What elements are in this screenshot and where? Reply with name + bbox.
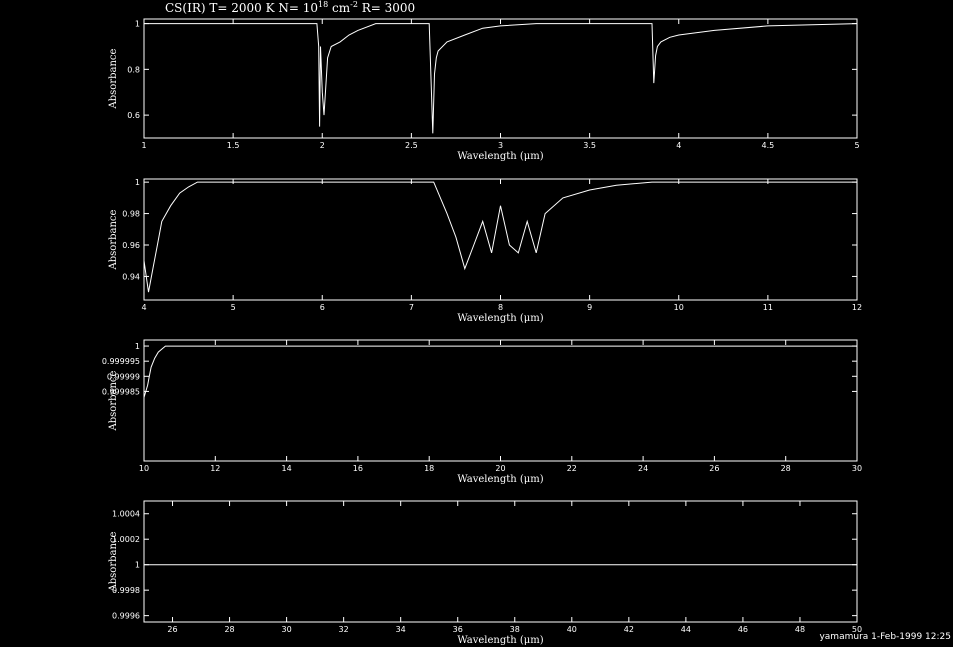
series-line-1	[144, 23, 858, 134]
series-line-1	[143, 345, 857, 398]
x-tick-label: 5	[231, 303, 236, 312]
x-tick-label: 1.5	[227, 141, 240, 150]
y-tick-label: 1	[135, 178, 140, 187]
figure-title: CS(IR) T= 2000 K N= 1018 cm-2 R= 3000	[165, 0, 415, 15]
chart-panel-2: 4 5 6 7 8 9 10 11 12 0.94 0.96 0.98 1 Wavelength (μm)…	[108, 178, 862, 324]
plot-frame	[143, 18, 858, 139]
x-tick-label: 4	[676, 141, 681, 150]
x-tick-label: 30	[852, 464, 862, 473]
x-tick-label: 20	[495, 464, 505, 473]
x-tick-label: 3	[498, 141, 503, 150]
y-tick-label: 0.6	[127, 111, 140, 120]
x-tick-label: 26	[167, 625, 177, 634]
x-tick-label: 8	[498, 303, 503, 312]
x-tick-label: 36	[453, 625, 463, 634]
x-tick-label: 10	[674, 303, 684, 312]
x-tick-label: 26	[709, 464, 719, 473]
x-tick-label: 9	[587, 303, 592, 312]
x-tick-label: 12	[852, 303, 862, 312]
series-line-1	[143, 181, 857, 293]
y-tick-label: 0.9996	[112, 612, 140, 621]
x-tick-label: 28	[781, 464, 791, 473]
x-tick-label: 18	[424, 464, 434, 473]
x-tick-label: 28	[224, 625, 234, 634]
y-axis-label: Absorbance	[108, 531, 119, 592]
y-axis-label: Absorbance	[108, 48, 119, 109]
y-tick-label: 0.8	[127, 65, 140, 74]
x-tick-label: 10	[139, 464, 149, 473]
x-tick-label: 32	[339, 625, 349, 634]
plot-frame	[143, 339, 858, 462]
x-tick-label: 7	[409, 303, 414, 312]
x-tick-label: 5	[854, 141, 859, 150]
title-exponent: -2	[350, 0, 358, 9]
x-tick-label: 2.5	[405, 141, 418, 150]
x-axis-label: Wavelength (μm)	[457, 313, 543, 324]
footer-credit: yamamura 1-Feb-1999 12:25	[819, 632, 951, 642]
x-axis-label: Wavelength (μm)	[457, 635, 543, 646]
chart-panel-3: 10 12 14 16 18 20 22 24 26 28 300.9999850.999990.9…	[102, 339, 862, 485]
x-tick-label: 40	[567, 625, 577, 634]
y-tick-label: 0.999995	[102, 357, 140, 366]
x-tick-label: 46	[738, 625, 748, 634]
chart-panel-4: 26 28 30 32 34 36 38 40 42 44 46 48 500.99960.999811…	[108, 500, 862, 646]
x-axis-label: Wavelength (μm)	[457, 474, 543, 485]
x-tick-label: 48	[795, 625, 805, 634]
x-tick-label: 44	[681, 625, 691, 634]
plot-frame	[143, 500, 858, 623]
y-axis-label: Absorbance	[108, 370, 119, 431]
title-part: cm	[328, 1, 351, 15]
x-tick-label: 16	[353, 464, 363, 473]
x-tick-label: 4	[141, 303, 146, 312]
x-tick-label: 6	[320, 303, 325, 312]
title-part: R= 3000	[358, 1, 415, 15]
x-tick-label: 12	[210, 464, 220, 473]
x-tick-label: 11	[763, 303, 773, 312]
x-tick-label: 22	[567, 464, 577, 473]
spectrum-figure: CS(IR) T= 2000 K N= 1018 cm-2 R= 3000 11…	[102, 0, 951, 646]
x-axis-label: Wavelength (μm)	[457, 151, 543, 162]
x-tick-label: 4.5	[762, 141, 775, 150]
y-tick-label: 1	[135, 342, 140, 351]
chart-panel-1: 1 1.5 2 2.5 3 3.5 4 4.5 5 0.6 0.8 1 Wavelength (μm) A…	[108, 18, 860, 162]
title-exponent: 18	[318, 0, 328, 9]
x-tick-label: 14	[282, 464, 292, 473]
y-tick-label: 0.98	[122, 210, 140, 219]
plot-frame	[143, 178, 858, 301]
x-tick-label: 24	[638, 464, 648, 473]
x-tick-label: 3.5	[583, 141, 596, 150]
y-tick-label: 1.0004	[112, 510, 140, 519]
title-part: CS(IR) T= 2000 K N= 10	[165, 1, 318, 15]
y-tick-label: 1	[135, 561, 140, 570]
x-tick-label: 1	[141, 141, 146, 150]
y-axis-label: Absorbance	[108, 209, 119, 270]
y-tick-label: 0.96	[122, 241, 140, 250]
x-tick-label: 42	[624, 625, 634, 634]
y-tick-label: 1	[135, 20, 140, 29]
x-tick-label: 34	[396, 625, 406, 634]
y-tick-label: 0.94	[122, 272, 140, 281]
x-tick-label: 30	[282, 625, 292, 634]
x-tick-label: 38	[510, 625, 520, 634]
x-tick-label: 2	[320, 141, 325, 150]
